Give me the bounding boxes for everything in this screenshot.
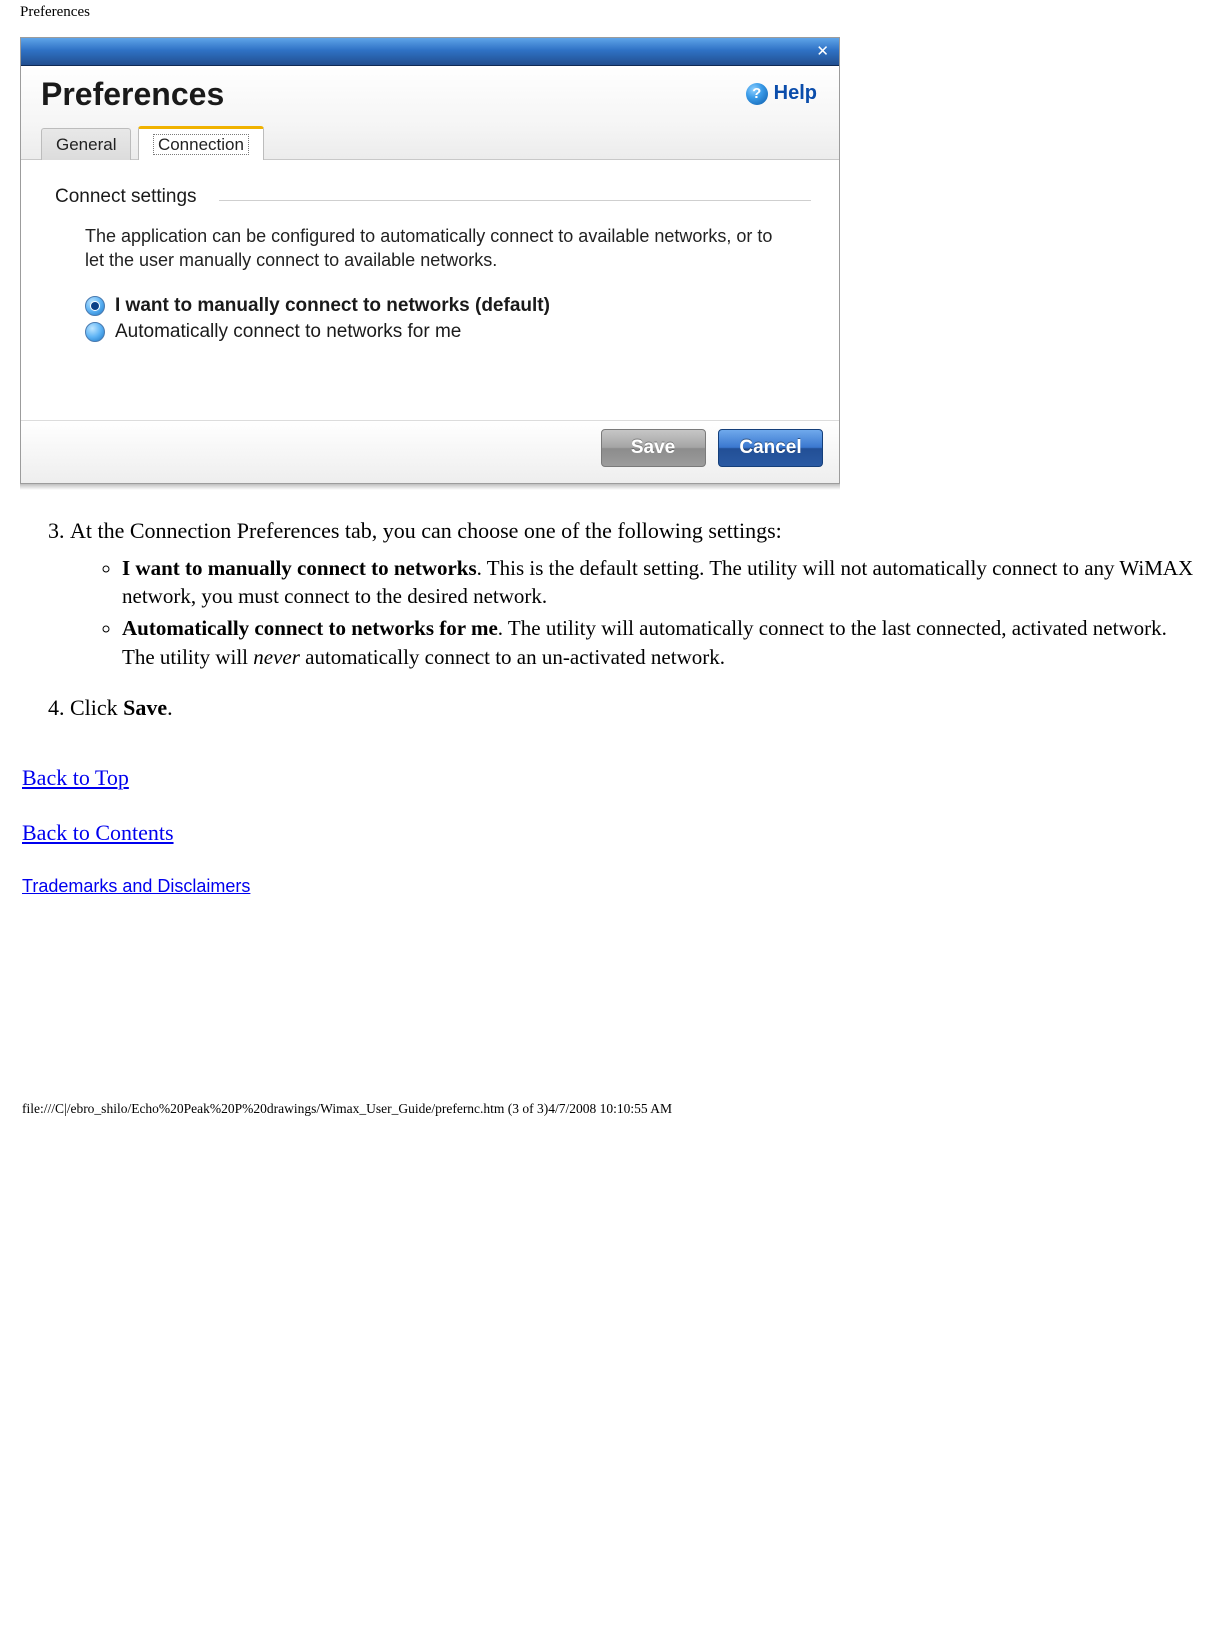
page-header: Preferences xyxy=(0,0,1216,27)
close-icon[interactable]: ✕ xyxy=(816,44,829,59)
radio-manual-label: I want to manually connect to networks (… xyxy=(115,295,550,317)
tabs-row: General Connection xyxy=(21,125,839,160)
fieldset-legend: Connect settings xyxy=(55,186,203,208)
radio-icon xyxy=(85,296,105,316)
cancel-button[interactable]: Cancel xyxy=(718,429,823,467)
link-trademarks[interactable]: Trademarks and Disclaimers xyxy=(22,874,250,898)
radio-auto-connect[interactable]: Automatically connect to networks for me xyxy=(85,321,791,343)
help-link[interactable]: ? Help xyxy=(746,82,817,105)
step-3: At the Connection Preferences tab, you c… xyxy=(70,516,1198,671)
dialog-titlebar: ✕ xyxy=(21,38,839,66)
step-4: Click Save. xyxy=(70,693,1198,723)
tab-connection[interactable]: Connection xyxy=(138,126,264,160)
document-body: At the Connection Preferences tab, you c… xyxy=(0,490,1216,1118)
radio-auto-label: Automatically connect to networks for me xyxy=(115,321,461,343)
dialog-title: Preferences xyxy=(41,76,819,113)
radio-manual-connect[interactable]: I want to manually connect to networks (… xyxy=(85,295,791,317)
save-button[interactable]: Save xyxy=(601,429,706,467)
connect-settings-description: The application can be configured to aut… xyxy=(85,224,791,273)
help-icon: ? xyxy=(746,83,768,105)
step-3-bullet-auto: Automatically connect to networks for me… xyxy=(122,614,1198,671)
step-3-bullet-manual: I want to manually connect to networks. … xyxy=(122,554,1198,611)
step-3-intro: At the Connection Preferences tab, you c… xyxy=(70,518,782,543)
connect-settings-fieldset: Connect settings The application can be … xyxy=(49,188,811,367)
dialog-header: Preferences ? Help xyxy=(21,66,839,125)
help-label: Help xyxy=(774,82,817,104)
radio-icon xyxy=(85,322,105,342)
preferences-dialog: ✕ Preferences ? Help General Connection C… xyxy=(20,37,840,484)
link-back-to-contents[interactable]: Back to Contents xyxy=(22,818,174,848)
tab-panel-connection: Connect settings The application can be … xyxy=(21,160,839,420)
link-back-to-top[interactable]: Back to Top xyxy=(22,763,129,793)
fieldset-divider xyxy=(219,200,811,201)
footer-path: file:///C|/ebro_shilo/Echo%20Peak%20P%20… xyxy=(18,900,1198,1118)
dialog-buttons-row: Save Cancel xyxy=(21,420,839,483)
tab-general[interactable]: General xyxy=(41,128,131,160)
